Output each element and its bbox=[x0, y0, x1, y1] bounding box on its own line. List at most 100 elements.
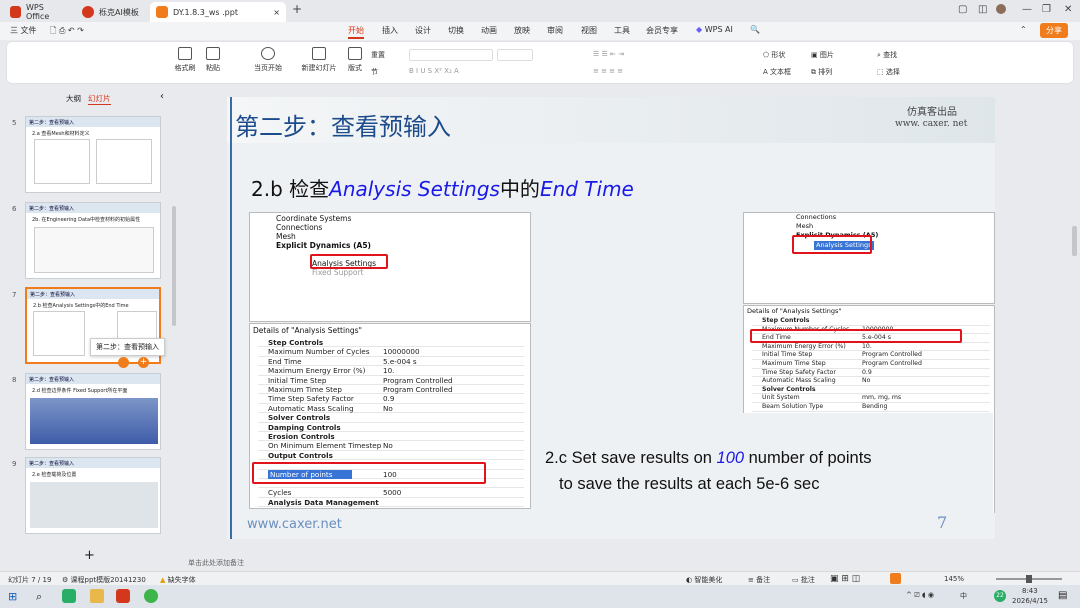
notifications-icon[interactable]: ▤ bbox=[1058, 590, 1067, 601]
start-from-current-button[interactable]: 当页开始 bbox=[251, 47, 285, 73]
details-row[interactable]: Time Step Safety Factor 0.9 bbox=[752, 369, 990, 378]
tray-icons[interactable]: ^ ⎚ ◖ ◉ bbox=[906, 591, 934, 600]
tab-close-icon[interactable]: × bbox=[273, 8, 280, 17]
details-row[interactable]: Maximum Energy Error (%) 10. bbox=[752, 343, 990, 352]
details-row[interactable]: Solver Controls bbox=[258, 413, 524, 423]
tab-wps-office[interactable]: WPS Office bbox=[4, 2, 72, 22]
slide-thumb-5[interactable]: 第二步：查看预输入 2.a 查看Mesh和材料定义 bbox=[25, 116, 161, 193]
new-slide-button[interactable]: 新建幻灯片 bbox=[297, 47, 341, 73]
details-row[interactable]: Initial Time Step Program Controlled bbox=[752, 351, 990, 360]
search-icon[interactable]: ⌕ bbox=[36, 590, 42, 604]
template-name[interactable]: ⚙ 课程ppt模版20141230 bbox=[62, 575, 146, 585]
details-row[interactable]: Automatic Mass Scaling No bbox=[752, 377, 990, 386]
minimize-button[interactable]: — bbox=[1022, 4, 1032, 15]
details-row[interactable]: Maximum Time Step Program Controlled bbox=[258, 385, 524, 395]
details-row[interactable]: Solver Controls bbox=[752, 386, 990, 395]
new-tab-button[interactable]: + bbox=[292, 2, 302, 16]
apps-icon[interactable]: ◫ bbox=[978, 4, 987, 15]
window-layout-icon[interactable]: ▢ bbox=[958, 4, 967, 15]
section-button[interactable]: 节 bbox=[371, 67, 378, 77]
menu-view[interactable]: 视图 bbox=[581, 25, 597, 36]
notes-pane[interactable]: 单击此处添加备注 bbox=[180, 556, 1080, 570]
textbox-button[interactable]: A 文本框 bbox=[763, 67, 791, 77]
view-mode-icons[interactable]: ▣ ⊞ ◫ bbox=[830, 574, 860, 584]
details-row[interactable]: Maximum Number of Cycles 10000000 bbox=[258, 347, 524, 357]
panel-scrollbar[interactable] bbox=[172, 206, 176, 326]
zoom-slider-handle[interactable] bbox=[1026, 575, 1032, 583]
details-row[interactable]: Time Step Safety Factor 0.9 bbox=[258, 394, 524, 404]
explorer-icon[interactable] bbox=[90, 589, 104, 603]
notes-button[interactable]: ≡ 备注 bbox=[748, 575, 770, 585]
collapse-ribbon-icon[interactable]: ⌃ bbox=[1020, 25, 1027, 34]
menu-insert[interactable]: 插入 bbox=[382, 25, 398, 36]
details-row[interactable]: Step Controls bbox=[258, 338, 524, 348]
thumb-action-icon[interactable] bbox=[118, 357, 129, 368]
tab-template[interactable]: 栎克AI模板 bbox=[76, 2, 146, 22]
menu-membership[interactable]: 会员专享 bbox=[646, 25, 678, 36]
find-button[interactable]: ⌕ 查找 bbox=[877, 50, 897, 60]
reset-button[interactable]: 重置 bbox=[371, 50, 385, 60]
outline-tab[interactable]: 大纲 bbox=[66, 93, 81, 104]
avatar[interactable] bbox=[996, 4, 1006, 14]
slide-thumb-6[interactable]: 第二步：查看预输入 2b. 在Engineering Data中检查材料的初始属… bbox=[25, 202, 161, 279]
file-menu[interactable]: 三 文件 bbox=[10, 25, 37, 36]
comments-button[interactable]: ▭ 批注 bbox=[792, 575, 815, 585]
details-row[interactable]: Cycles 5000 bbox=[258, 488, 524, 498]
maximize-button[interactable]: ❐ bbox=[1042, 4, 1051, 15]
arrange-button[interactable]: ⧉ 排列 bbox=[811, 67, 832, 77]
share-button[interactable]: 分享 bbox=[1040, 23, 1068, 38]
quick-access-icons[interactable]: 🗋 ⎙ ↶ ↷ bbox=[50, 25, 84, 39]
select-button[interactable]: ⬚ 选择 bbox=[877, 67, 900, 77]
app-icon[interactable] bbox=[144, 589, 158, 603]
align-buttons[interactable]: ≡ ≡ ≡ ≡ bbox=[593, 67, 623, 75]
shape-button[interactable]: ⬠ 形状 bbox=[763, 50, 785, 60]
layout-button[interactable]: 版式 bbox=[343, 47, 367, 73]
format-painter-button[interactable]: 格式刷 bbox=[173, 47, 197, 73]
play-slideshow-icon[interactable] bbox=[890, 573, 901, 584]
font-style-buttons[interactable]: B I U S X² X₂ A bbox=[409, 67, 459, 75]
slide[interactable]: 第二步：查看预输入 仿真客出品 www. caxer. net 2.b 检查An… bbox=[227, 97, 995, 539]
zoom-level[interactable]: 145% bbox=[944, 575, 964, 583]
menu-transition[interactable]: 切换 bbox=[448, 25, 464, 36]
details-row[interactable]: Step Controls bbox=[752, 317, 990, 326]
menu-design[interactable]: 设计 bbox=[415, 25, 431, 36]
details-row[interactable]: Unit System mm, mg, ms bbox=[752, 394, 990, 403]
font-size-select[interactable] bbox=[497, 49, 533, 61]
menu-animation[interactable]: 动画 bbox=[481, 25, 497, 36]
details-row[interactable]: Analysis Data Management bbox=[258, 498, 524, 508]
wps-taskbar-icon[interactable] bbox=[116, 589, 130, 603]
details-row[interactable]: Initial Time Step Program Controlled bbox=[258, 376, 524, 385]
add-slide-button[interactable]: + bbox=[84, 548, 95, 563]
details-row[interactable]: Erosion Controls bbox=[258, 432, 524, 442]
details-row[interactable]: End Time 5.e-004 s bbox=[258, 357, 524, 367]
font-name-select[interactable] bbox=[409, 49, 493, 61]
menu-wps-ai[interactable]: ◆ WPS AI bbox=[696, 25, 733, 34]
windows-start-icon[interactable]: ⊞ bbox=[8, 590, 17, 603]
details-row[interactable]: Output Controls bbox=[258, 451, 524, 461]
menu-home[interactable]: 开始 bbox=[348, 25, 364, 39]
add-slide-icon[interactable]: + bbox=[138, 357, 149, 368]
slide-thumb-9[interactable]: 第二步：查看预输入 2.e 检查载荷及位置 bbox=[25, 457, 161, 534]
notification-badge[interactable]: 22 bbox=[994, 590, 1006, 602]
paste-button[interactable]: 粘贴 bbox=[201, 47, 225, 73]
menu-review[interactable]: 审阅 bbox=[547, 25, 563, 36]
details-row[interactable]: Maximum Energy Error (%) 10. bbox=[258, 366, 524, 376]
menu-slideshow[interactable]: 放映 bbox=[514, 25, 530, 36]
details-row[interactable]: Damping Controls bbox=[258, 423, 524, 432]
details-row[interactable]: Maximum Time Step Program Controlled bbox=[752, 360, 990, 369]
canvas-scrollbar[interactable] bbox=[1072, 226, 1077, 256]
slide-thumb-8[interactable]: 第二步：查看预输入 2.d 检查边界条件 Fixed Support所在平面 bbox=[25, 373, 161, 450]
details-row[interactable]: On Minimum Element Timestep No bbox=[258, 441, 524, 451]
menu-tools[interactable]: 工具 bbox=[614, 25, 630, 36]
missing-font[interactable]: ▲ 缺失字体 bbox=[160, 575, 196, 585]
details-row[interactable]: Beam Solution Type Bending bbox=[752, 403, 990, 412]
search-icon[interactable]: 🔍 bbox=[750, 25, 760, 34]
picture-button[interactable]: ▣ 图片 bbox=[811, 50, 834, 60]
wechat-icon[interactable] bbox=[62, 589, 76, 603]
close-button[interactable]: ✕ bbox=[1064, 4, 1072, 15]
tab-document[interactable]: DY.1.8.3_ws .ppt × bbox=[150, 2, 286, 22]
collapse-panel-icon[interactable]: ‹ bbox=[160, 91, 164, 102]
details-row[interactable]: Automatic Mass Scaling No bbox=[258, 404, 524, 414]
list-buttons[interactable]: ☰ ☰ ⇤ ⇥ bbox=[593, 50, 624, 58]
beautify-button[interactable]: ◐ 智能美化 bbox=[686, 575, 722, 585]
